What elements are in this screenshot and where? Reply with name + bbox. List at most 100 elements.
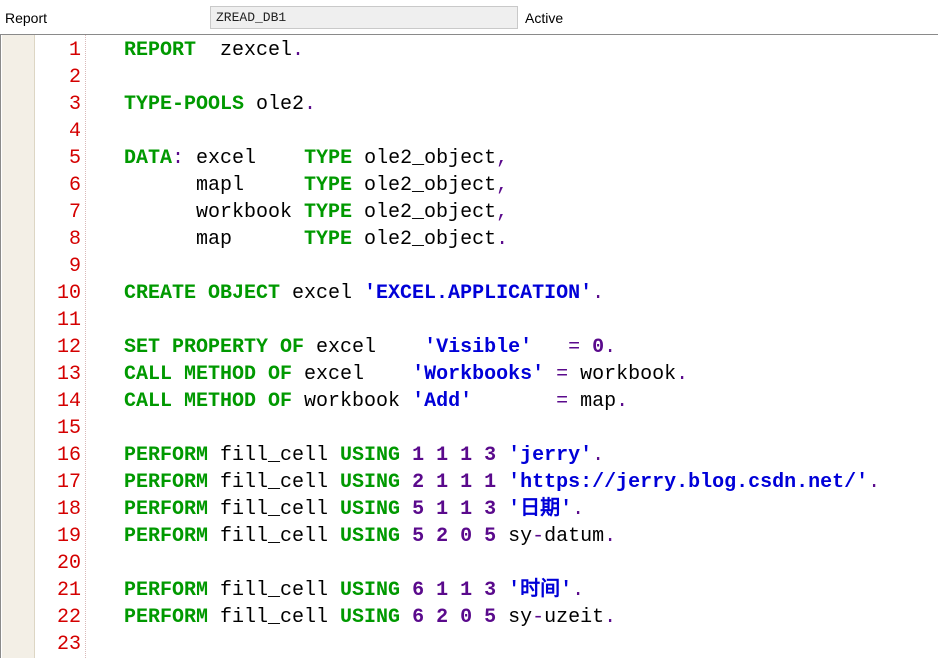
keyword-token: USING: [340, 471, 401, 494]
number-token: 6 1 1 3: [412, 579, 497, 602]
line-number: 5: [68, 147, 81, 170]
punctuation-token: .: [292, 39, 305, 62]
code-line[interactable]: 10 CREATE OBJECT excel 'EXCEL.APPLICATION…: [1, 280, 938, 307]
keyword-token: USING: [340, 444, 401, 467]
line-number: 2: [68, 66, 81, 89]
code-text: DATA: excel TYPE ole2_object,: [124, 145, 508, 172]
identifier-token: ole2_object: [352, 228, 497, 251]
keyword-token: TYPE: [304, 201, 353, 224]
line-number: 17: [56, 471, 81, 494]
punctuation-token: =: [556, 390, 569, 413]
code-line[interactable]: 16 PERFORM fill_cell USING 1 1 1 3 'jerry…: [1, 442, 938, 469]
code-line[interactable]: 9: [1, 253, 938, 280]
punctuation-token: .: [304, 93, 317, 116]
code-line[interactable]: 6 mapl TYPE ole2_object,: [1, 172, 938, 199]
code-line[interactable]: 11: [1, 307, 938, 334]
code-line[interactable]: 8 map TYPE ole2_object.: [1, 226, 938, 253]
identifier-token: fill_cell: [208, 498, 341, 521]
keyword-token: TYPE: [304, 228, 353, 251]
identifier-token: [580, 336, 592, 359]
code-text: PERFORM fill_cell USING 2 1 1 1 'https:/…: [124, 469, 880, 496]
code-line[interactable]: 18 PERFORM fill_cell USING 5 1 1 3 '日期'.: [1, 496, 938, 523]
identifier-token: [400, 498, 412, 521]
code-text: map TYPE ole2_object.: [124, 226, 508, 253]
keyword-token: PERFORM: [124, 498, 209, 521]
identifier-token: map: [568, 390, 617, 413]
code-line[interactable]: 1 REPORT zexcel.: [1, 37, 938, 64]
string-token: 'EXCEL.APPLICATION': [364, 282, 593, 305]
code-line[interactable]: 3 TYPE-POOLS ole2.: [1, 91, 938, 118]
keyword-token: CALL METHOD OF: [124, 390, 293, 413]
punctuation-token: ,: [496, 174, 509, 197]
line-number: 8: [68, 228, 81, 251]
identifier-token: workbook: [568, 363, 677, 386]
code-line[interactable]: 2: [1, 64, 938, 91]
punctuation-token: .: [572, 498, 585, 521]
identifier-token: sy: [496, 525, 533, 548]
keyword-token: PERFORM: [124, 606, 209, 629]
line-number: 10: [56, 282, 81, 305]
string-token: 'jerry': [508, 444, 593, 467]
number-token: 5 2 0 5: [412, 525, 497, 548]
line-number: 11: [56, 309, 81, 332]
code-editor[interactable]: 1 REPORT zexcel. 2 3 TYPE-POOLS ole2. 4 5 DATA:…: [0, 34, 938, 658]
code-line[interactable]: 5 DATA: excel TYPE ole2_object,: [1, 145, 938, 172]
code-line[interactable]: 23: [1, 631, 938, 658]
punctuation-token: .: [868, 471, 881, 494]
identifier-token: excel: [304, 336, 425, 359]
punctuation-token: -: [532, 606, 545, 629]
keyword-token: TYPE-POOLS: [124, 93, 245, 116]
keyword-token: USING: [340, 606, 401, 629]
string-token: 'Workbooks': [412, 363, 545, 386]
code-line[interactable]: 15: [1, 415, 938, 442]
string-token: '日期': [508, 498, 573, 521]
keyword-token: CREATE OBJECT: [124, 282, 281, 305]
identifier-token: fill_cell: [208, 525, 341, 548]
identifier-token: ole2: [244, 93, 305, 116]
line-number: 9: [68, 255, 81, 278]
code-line[interactable]: 14 CALL METHOD OF workbook 'Add' = map.: [1, 388, 938, 415]
identifier-token: [400, 471, 412, 494]
code-line[interactable]: 19 PERFORM fill_cell USING 5 2 0 5 sy-dat…: [1, 523, 938, 550]
punctuation-token: =: [556, 363, 569, 386]
code-text: workbook TYPE ole2_object,: [124, 199, 508, 226]
identifier-token: [496, 444, 508, 467]
code-line[interactable]: 13 CALL METHOD OF excel 'Workbooks' = wor…: [1, 361, 938, 388]
identifier-token: sy: [496, 606, 533, 629]
punctuation-token: .: [604, 525, 617, 548]
code-text: CREATE OBJECT excel 'EXCEL.APPLICATION'.: [124, 280, 604, 307]
identifier-token: [496, 579, 508, 602]
identifier-token: excel: [280, 282, 365, 305]
code-text: PERFORM fill_cell USING 5 1 1 3 '日期'.: [124, 496, 584, 523]
line-number: 16: [56, 444, 81, 467]
line-number: 15: [56, 417, 81, 440]
string-token: 'https://jerry.blog.csdn.net/': [508, 471, 869, 494]
code-text: PERFORM fill_cell USING 6 2 0 5 sy-uzeit…: [124, 604, 616, 631]
code-line[interactable]: 21 PERFORM fill_cell USING 6 1 1 3 '时间'.: [1, 577, 938, 604]
line-number: 23: [56, 633, 81, 656]
code-line[interactable]: 4: [1, 118, 938, 145]
code-line[interactable]: 12 SET PROPERTY OF excel 'Visible' = 0.: [1, 334, 938, 361]
keyword-token: PERFORM: [124, 579, 209, 602]
identifier-token: ole2_object: [352, 201, 497, 224]
code-text: CALL METHOD OF excel 'Workbooks' = workb…: [124, 361, 688, 388]
punctuation-token: .: [604, 606, 617, 629]
punctuation-token: =: [568, 336, 581, 359]
code-line[interactable]: 20: [1, 550, 938, 577]
identifier-token: [472, 390, 556, 413]
line-number: 12: [56, 336, 81, 359]
line-number: 20: [56, 552, 81, 575]
code-line[interactable]: 7 workbook TYPE ole2_object,: [1, 199, 938, 226]
code-line[interactable]: 22 PERFORM fill_cell USING 6 2 0 5 sy-uze…: [1, 604, 938, 631]
line-number: 13: [56, 363, 81, 386]
punctuation-token: .: [496, 228, 509, 251]
keyword-token: SET PROPERTY OF: [124, 336, 305, 359]
code-text: PERFORM fill_cell USING 5 2 0 5 sy-datum…: [124, 523, 616, 550]
punctuation-token: .: [604, 336, 617, 359]
identifier-token: mapl: [124, 174, 305, 197]
line-number: 14: [56, 390, 81, 413]
code-line[interactable]: 17 PERFORM fill_cell USING 2 1 1 1 'https…: [1, 469, 938, 496]
identifier-token: [400, 444, 412, 467]
line-number: 21: [56, 579, 81, 602]
program-name-field[interactable]: ZREAD_DB1: [210, 6, 518, 29]
